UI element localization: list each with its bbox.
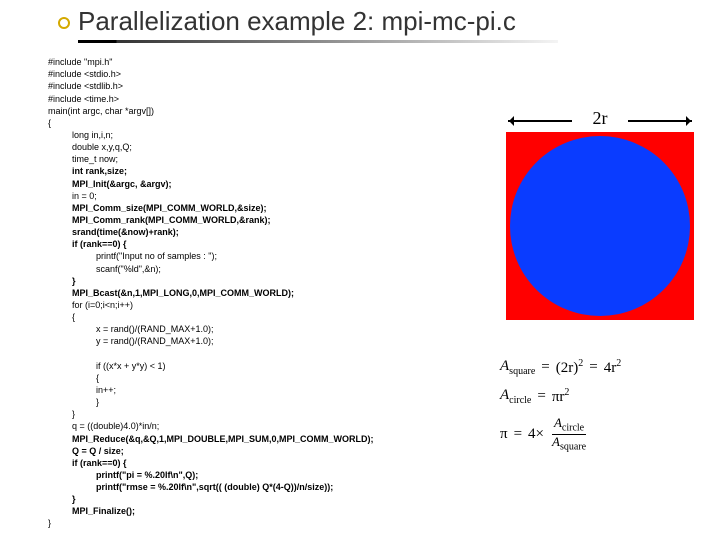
code-block: #include "mpi.h" #include <stdio.h> #inc…	[48, 44, 374, 530]
code-line: if (rank==0) {	[72, 239, 127, 249]
sub: circle	[562, 423, 584, 434]
sym: =	[514, 426, 522, 443]
formula-area-circle: Acircle = πr2	[500, 387, 700, 406]
sym: =	[541, 359, 549, 376]
sym: πr	[552, 389, 565, 405]
code-line: #include "mpi.h"	[48, 57, 112, 67]
radius-label: 2r	[593, 108, 608, 129]
code-line: }	[48, 518, 51, 528]
code-line: y = rand()/(RAND_MAX+1.0);	[96, 335, 374, 347]
sym: 4r	[604, 360, 617, 376]
code-line: q = ((double)4.0)*in/n;	[72, 420, 374, 432]
slide: Parallelization example 2: mpi-mc-pi.c #…	[0, 0, 720, 540]
code-line: for (i=0;i<n;i++)	[72, 299, 374, 311]
code-line: MPI_Init(&argc, &argv);	[72, 179, 172, 189]
code-line: MPI_Reduce(&q,&Q,1,MPI_DOUBLE,MPI_SUM,0,…	[72, 434, 374, 444]
sup: 2	[616, 358, 621, 369]
code-line: }	[72, 408, 374, 420]
code-line: srand(time(&now)+rank);	[72, 227, 179, 237]
code-line: MPI_Comm_rank(MPI_COMM_WORLD,&rank);	[72, 215, 271, 225]
formula-block: Asquare = (2r)2 = 4r2 Acircle = πr2 π = …	[500, 358, 700, 462]
sym: 4×	[528, 426, 544, 443]
code-line: if ((x*x + y*y) < 1)	[96, 360, 374, 372]
sym: π	[500, 426, 508, 443]
code-line: {	[96, 372, 374, 384]
sub: square	[560, 441, 586, 452]
sym: A	[500, 358, 509, 374]
arrow-left-icon	[508, 120, 572, 122]
code-line: #include <stdio.h>	[48, 69, 121, 79]
radius-dimension: 2r	[506, 108, 694, 132]
sym: (2r)	[556, 360, 579, 376]
title-bullet-icon	[58, 17, 70, 29]
code-line: {	[72, 311, 374, 323]
code-line: #include <time.h>	[48, 94, 119, 104]
code-line: printf("pi = %.20lf\n",Q);	[96, 470, 198, 480]
sym: =	[589, 359, 597, 376]
code-line: {	[48, 118, 51, 128]
sub: square	[509, 366, 535, 377]
arrow-right-icon	[628, 120, 692, 122]
code-line: MPI_Bcast(&n,1,MPI_LONG,0,MPI_COMM_WORLD…	[72, 288, 294, 298]
code-line: }	[72, 494, 76, 504]
formula-pi: π = 4× Acircle Asquare	[500, 416, 700, 452]
code-line: time_t now;	[72, 153, 374, 165]
code-line: printf("Input no of samples : ");	[96, 250, 374, 262]
sym: =	[537, 388, 545, 405]
code-line: }	[96, 396, 374, 408]
code-line: if (rank==0) {	[72, 458, 127, 468]
title-underline	[78, 40, 558, 43]
inscribed-circle	[510, 136, 690, 316]
monte-carlo-figure	[506, 132, 694, 320]
code-line: MPI_Comm_size(MPI_COMM_WORLD,&size);	[72, 203, 267, 213]
bounding-square	[506, 132, 694, 320]
sym: A	[554, 415, 562, 430]
code-line: printf("rmse = %.20lf\n",sqrt(( (double)…	[96, 482, 333, 492]
code-line: long in,i,n;	[72, 129, 374, 141]
code-line: scanf("%ld",&n);	[96, 263, 374, 275]
sup: 2	[578, 358, 583, 369]
code-line: in++;	[96, 384, 374, 396]
code-line: int rank,size;	[72, 166, 127, 176]
code-line: x = rand()/(RAND_MAX+1.0);	[96, 323, 374, 335]
formula-area-square: Asquare = (2r)2 = 4r2	[500, 358, 700, 377]
sym: A	[500, 387, 509, 403]
code-line: double x,y,q,Q;	[72, 141, 374, 153]
code-line: in = 0;	[72, 190, 374, 202]
slide-title: Parallelization example 2: mpi-mc-pi.c	[78, 6, 516, 37]
code-line: MPI_Finalize();	[72, 506, 135, 516]
sym: A	[552, 434, 560, 449]
code-line: main(int argc, char *argv[])	[48, 106, 154, 116]
code-line: #include <stdlib.h>	[48, 81, 123, 91]
code-line: Q = Q / size;	[72, 446, 124, 456]
fraction: Acircle Asquare	[550, 416, 588, 452]
code-line: }	[72, 276, 76, 286]
sup: 2	[564, 387, 569, 398]
sub: circle	[509, 395, 531, 406]
